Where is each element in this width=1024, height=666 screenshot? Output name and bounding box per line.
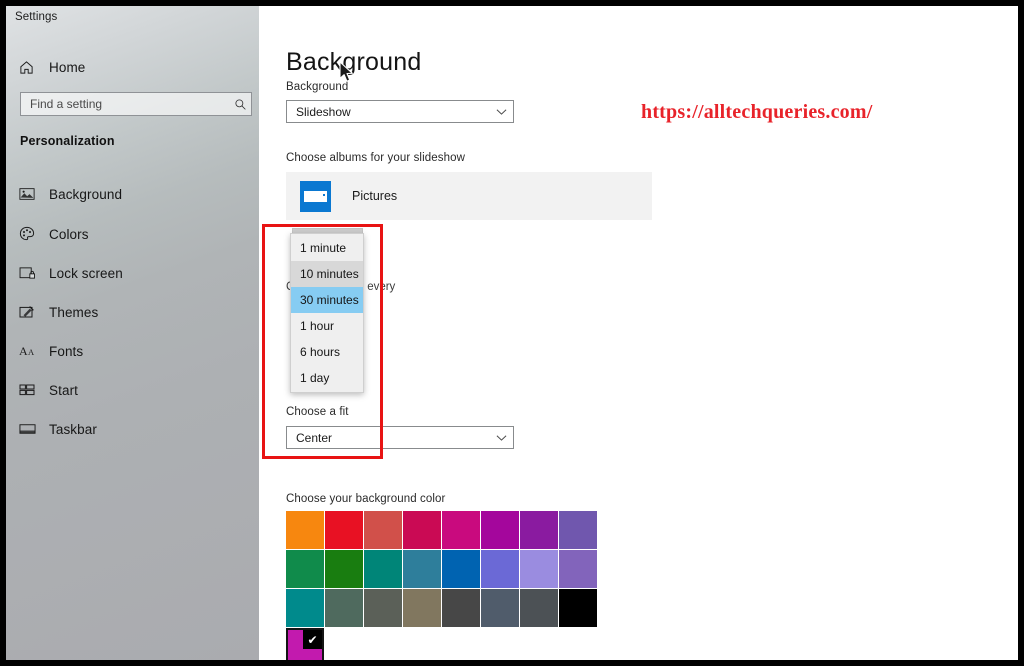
title-bar: Settings — [6, 6, 259, 32]
background-field-label: Background — [286, 81, 349, 93]
lock-screen-icon — [19, 266, 49, 280]
color-swatch[interactable] — [520, 550, 558, 588]
sidebar-item-label-start: Start — [49, 382, 79, 398]
color-swatch[interactable] — [286, 511, 324, 549]
sidebar-item-fonts[interactable]: A A Fonts — [6, 336, 259, 366]
custom-color-fill: ✔ — [288, 630, 322, 660]
svg-text:A: A — [19, 344, 28, 358]
color-swatch[interactable] — [325, 589, 363, 627]
dropdown-option[interactable]: 30 minutes — [291, 287, 363, 313]
color-swatch[interactable] — [481, 511, 519, 549]
custom-color-swatch[interactable]: ✔ — [286, 628, 324, 660]
search-box[interactable] — [20, 92, 252, 116]
fit-field-label: Choose a fit — [286, 406, 349, 418]
color-swatch[interactable] — [325, 550, 363, 588]
sidebar-item-label-lock-screen: Lock screen — [49, 265, 123, 281]
check-icon: ✔ — [303, 630, 322, 649]
color-swatch[interactable] — [520, 589, 558, 627]
page-title: Background — [286, 48, 422, 76]
background-type-select[interactable]: Slideshow — [286, 100, 514, 123]
color-swatch[interactable] — [559, 511, 597, 549]
sidebar-item-home[interactable]: Home — [6, 52, 259, 82]
main-content: Background Background Slideshow Choose a… — [259, 6, 1018, 660]
search-icon[interactable] — [229, 98, 251, 111]
color-swatch[interactable] — [481, 589, 519, 627]
fit-select[interactable]: Center — [286, 426, 514, 449]
home-icon — [19, 60, 49, 75]
brush-icon — [19, 305, 49, 320]
settings-window: Settings Home Personalization — [0, 0, 1024, 666]
color-swatch[interactable] — [442, 589, 480, 627]
sidebar-item-themes[interactable]: Themes — [6, 297, 259, 327]
chevron-down-icon — [489, 434, 513, 442]
background-type-value: Slideshow — [296, 104, 351, 119]
dropdown-option[interactable]: 1 day — [291, 365, 363, 391]
sidebar-item-background[interactable]: Background — [6, 179, 259, 209]
sidebar-item-label-fonts: Fonts — [49, 343, 84, 359]
color-swatch[interactable] — [442, 550, 480, 588]
color-swatch[interactable] — [559, 589, 597, 627]
color-swatch[interactable] — [286, 550, 324, 588]
color-swatch[interactable] — [364, 511, 402, 549]
interval-dropdown-list[interactable]: 1 minute 10 minutes 30 minutes 1 hour 6 … — [290, 233, 364, 393]
color-swatch[interactable] — [403, 589, 441, 627]
sidebar-item-label-taskbar: Taskbar — [49, 421, 97, 437]
album-list-item[interactable]: Pictures — [286, 172, 652, 220]
sidebar-item-lock-screen[interactable]: Lock screen — [6, 258, 259, 288]
taskbar-icon — [19, 423, 49, 435]
palette-icon — [19, 226, 49, 242]
svg-text:A: A — [28, 347, 35, 357]
color-swatch[interactable] — [364, 589, 402, 627]
sidebar: Settings Home Personalization — [6, 6, 259, 660]
chevron-down-icon — [489, 108, 513, 116]
fit-value: Center — [296, 430, 333, 445]
sidebar-item-label-home: Home — [49, 59, 86, 75]
color-swatch[interactable] — [559, 550, 597, 588]
picture-icon — [19, 187, 49, 201]
dropdown-option[interactable]: 6 hours — [291, 339, 363, 365]
folder-pictures-icon — [300, 180, 331, 212]
sidebar-section-title: Personalization — [20, 134, 115, 148]
sidebar-item-label-themes: Themes — [49, 304, 99, 320]
dropdown-option[interactable]: 1 hour — [291, 313, 363, 339]
color-swatch[interactable] — [481, 550, 519, 588]
sidebar-item-taskbar[interactable]: Taskbar — [6, 414, 259, 444]
color-swatch[interactable] — [364, 550, 402, 588]
font-aa-icon: A A — [19, 344, 49, 358]
background-color-label: Choose your background color — [286, 493, 446, 505]
watermark-url: https://alltechqueries.com/ — [641, 101, 873, 123]
sidebar-item-label-colors: Colors — [49, 226, 89, 242]
color-swatch[interactable] — [403, 511, 441, 549]
dropdown-option[interactable]: 10 minutes — [291, 261, 363, 287]
dropdown-option[interactable]: 1 minute — [291, 235, 363, 261]
albums-field-label: Choose albums for your slideshow — [286, 152, 465, 164]
color-swatch[interactable] — [286, 589, 324, 627]
color-swatch[interactable] — [520, 511, 558, 549]
search-input[interactable] — [21, 97, 229, 111]
sidebar-item-start[interactable]: Start — [6, 375, 259, 405]
color-swatch[interactable] — [442, 511, 480, 549]
sidebar-item-label-background: Background — [49, 186, 123, 202]
color-swatch-grid — [286, 511, 597, 627]
sidebar-item-colors[interactable]: Colors — [6, 219, 259, 249]
start-grid-icon — [19, 383, 49, 397]
app-title: Settings — [15, 11, 58, 23]
album-name: Pictures — [352, 189, 398, 203]
color-swatch[interactable] — [325, 511, 363, 549]
color-swatch[interactable] — [403, 550, 441, 588]
